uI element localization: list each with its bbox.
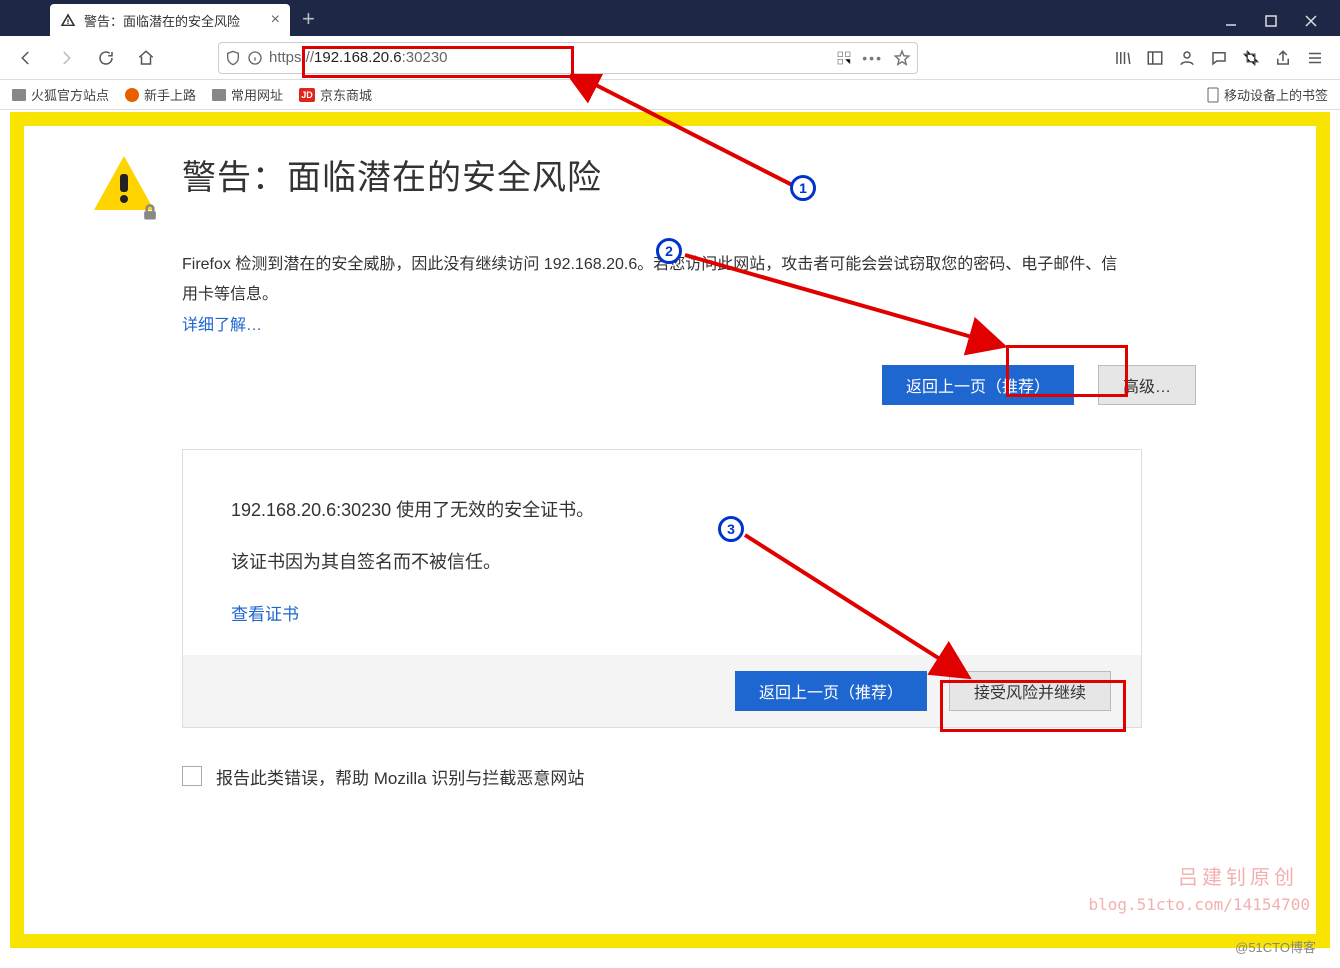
nav-reload-button[interactable] [90,42,122,74]
window-controls [1224,14,1340,36]
bookmark-label: 火狐官方站点 [31,85,109,104]
library-icon[interactable] [1114,49,1132,67]
bookmarks-bar: 火狐官方站点 新手上路 常用网址 JD 京东商城 移动设备上的书签 [0,80,1340,110]
crop-icon[interactable] [1242,49,1260,67]
folder-icon [12,89,26,101]
warning-paragraph: Firefox 检测到潜在的安全威胁，因此没有继续访问 192.168.20.6… [182,250,1122,311]
nav-forward-button[interactable] [50,42,82,74]
warning-icon [94,156,154,216]
browser-tab[interactable]: 警告：面临潜在的安全风险 × [50,4,290,36]
nav-home-button[interactable] [130,42,162,74]
report-checkbox[interactable] [182,766,202,786]
tab-title: 警告：面临潜在的安全风险 [84,11,263,30]
info-icon[interactable] [247,50,263,66]
bookmark-star-icon[interactable] [893,49,911,67]
go-back-button[interactable]: 返回上一页（推荐） [882,365,1074,405]
bookmark-label: 常用网址 [231,85,283,104]
tab-close-icon[interactable]: × [271,11,280,29]
learn-more-link[interactable]: 详细了解… [182,317,262,334]
new-tab-button[interactable]: + [302,6,315,32]
url-port: :30230 [402,49,448,66]
shield-icon [225,50,241,66]
url-text[interactable]: https://192.168.20.6:30230 [269,49,830,66]
maximize-icon[interactable] [1264,14,1278,28]
advanced-details-panel: 192.168.20.6:30230 使用了无效的安全证书。 该证书因为其自签名… [182,449,1142,728]
warning-heading: 警告：面临潜在的安全风险 [182,150,602,199]
report-label: 报告此类错误，帮助 Mozilla 识别与拦截恶意网站 [216,764,584,789]
url-field[interactable]: https://192.168.20.6:30230 ••• [218,42,918,74]
warning-tab-icon [60,12,76,28]
bookmark-label: 新手上路 [144,85,196,104]
cert-detail-line: 该证书因为其自签名而不被信任。 [231,548,1093,574]
page-actions-icon[interactable]: ••• [862,50,883,66]
url-scheme: https:// [269,49,314,66]
nav-back-button[interactable] [10,42,42,74]
bookmark-label: 京东商城 [320,85,372,104]
url-host: 192.168.20.6 [314,49,402,66]
menu-icon[interactable] [1306,49,1324,67]
jd-icon: JD [299,88,315,102]
report-error-row[interactable]: 报告此类错误，帮助 Mozilla 识别与拦截恶意网站 [182,764,1256,789]
bookmark-item[interactable]: 新手上路 [125,85,196,104]
mobile-icon [1207,87,1219,103]
folder-icon [212,89,226,101]
sidebar-icon[interactable] [1146,49,1164,67]
bookmark-item[interactable]: JD 京东商城 [299,85,372,104]
firefox-icon [125,88,139,102]
lock-icon [140,202,160,222]
account-icon[interactable] [1178,49,1196,67]
window-titlebar: 警告：面临潜在的安全风险 × + [0,0,1340,36]
minimize-icon[interactable] [1224,14,1238,28]
bookmark-mobile[interactable]: 移动设备上的书签 [1207,85,1328,104]
go-back-button-2[interactable]: 返回上一页（推荐） [735,671,927,711]
bookmark-label: 移动设备上的书签 [1224,85,1328,104]
chat-icon[interactable] [1210,49,1228,67]
bookmark-item[interactable]: 火狐官方站点 [12,85,109,104]
address-bar-row: https://192.168.20.6:30230 ••• [0,36,1340,80]
close-icon[interactable] [1304,14,1318,28]
advanced-button[interactable]: 高级… [1098,365,1196,405]
share-icon[interactable] [1274,49,1292,67]
cert-detail-line: 192.168.20.6:30230 使用了无效的安全证书。 [231,496,1093,522]
bookmark-item[interactable]: 常用网址 [212,85,283,104]
qr-icon[interactable] [836,50,852,66]
accept-risk-button[interactable]: 接受风险并继续 [949,671,1111,711]
view-certificate-link[interactable]: 查看证书 [231,600,1093,625]
page-content-frame: 警告：面临潜在的安全风险 Firefox 检测到潜在的安全威胁，因此没有继续访问… [10,112,1330,948]
